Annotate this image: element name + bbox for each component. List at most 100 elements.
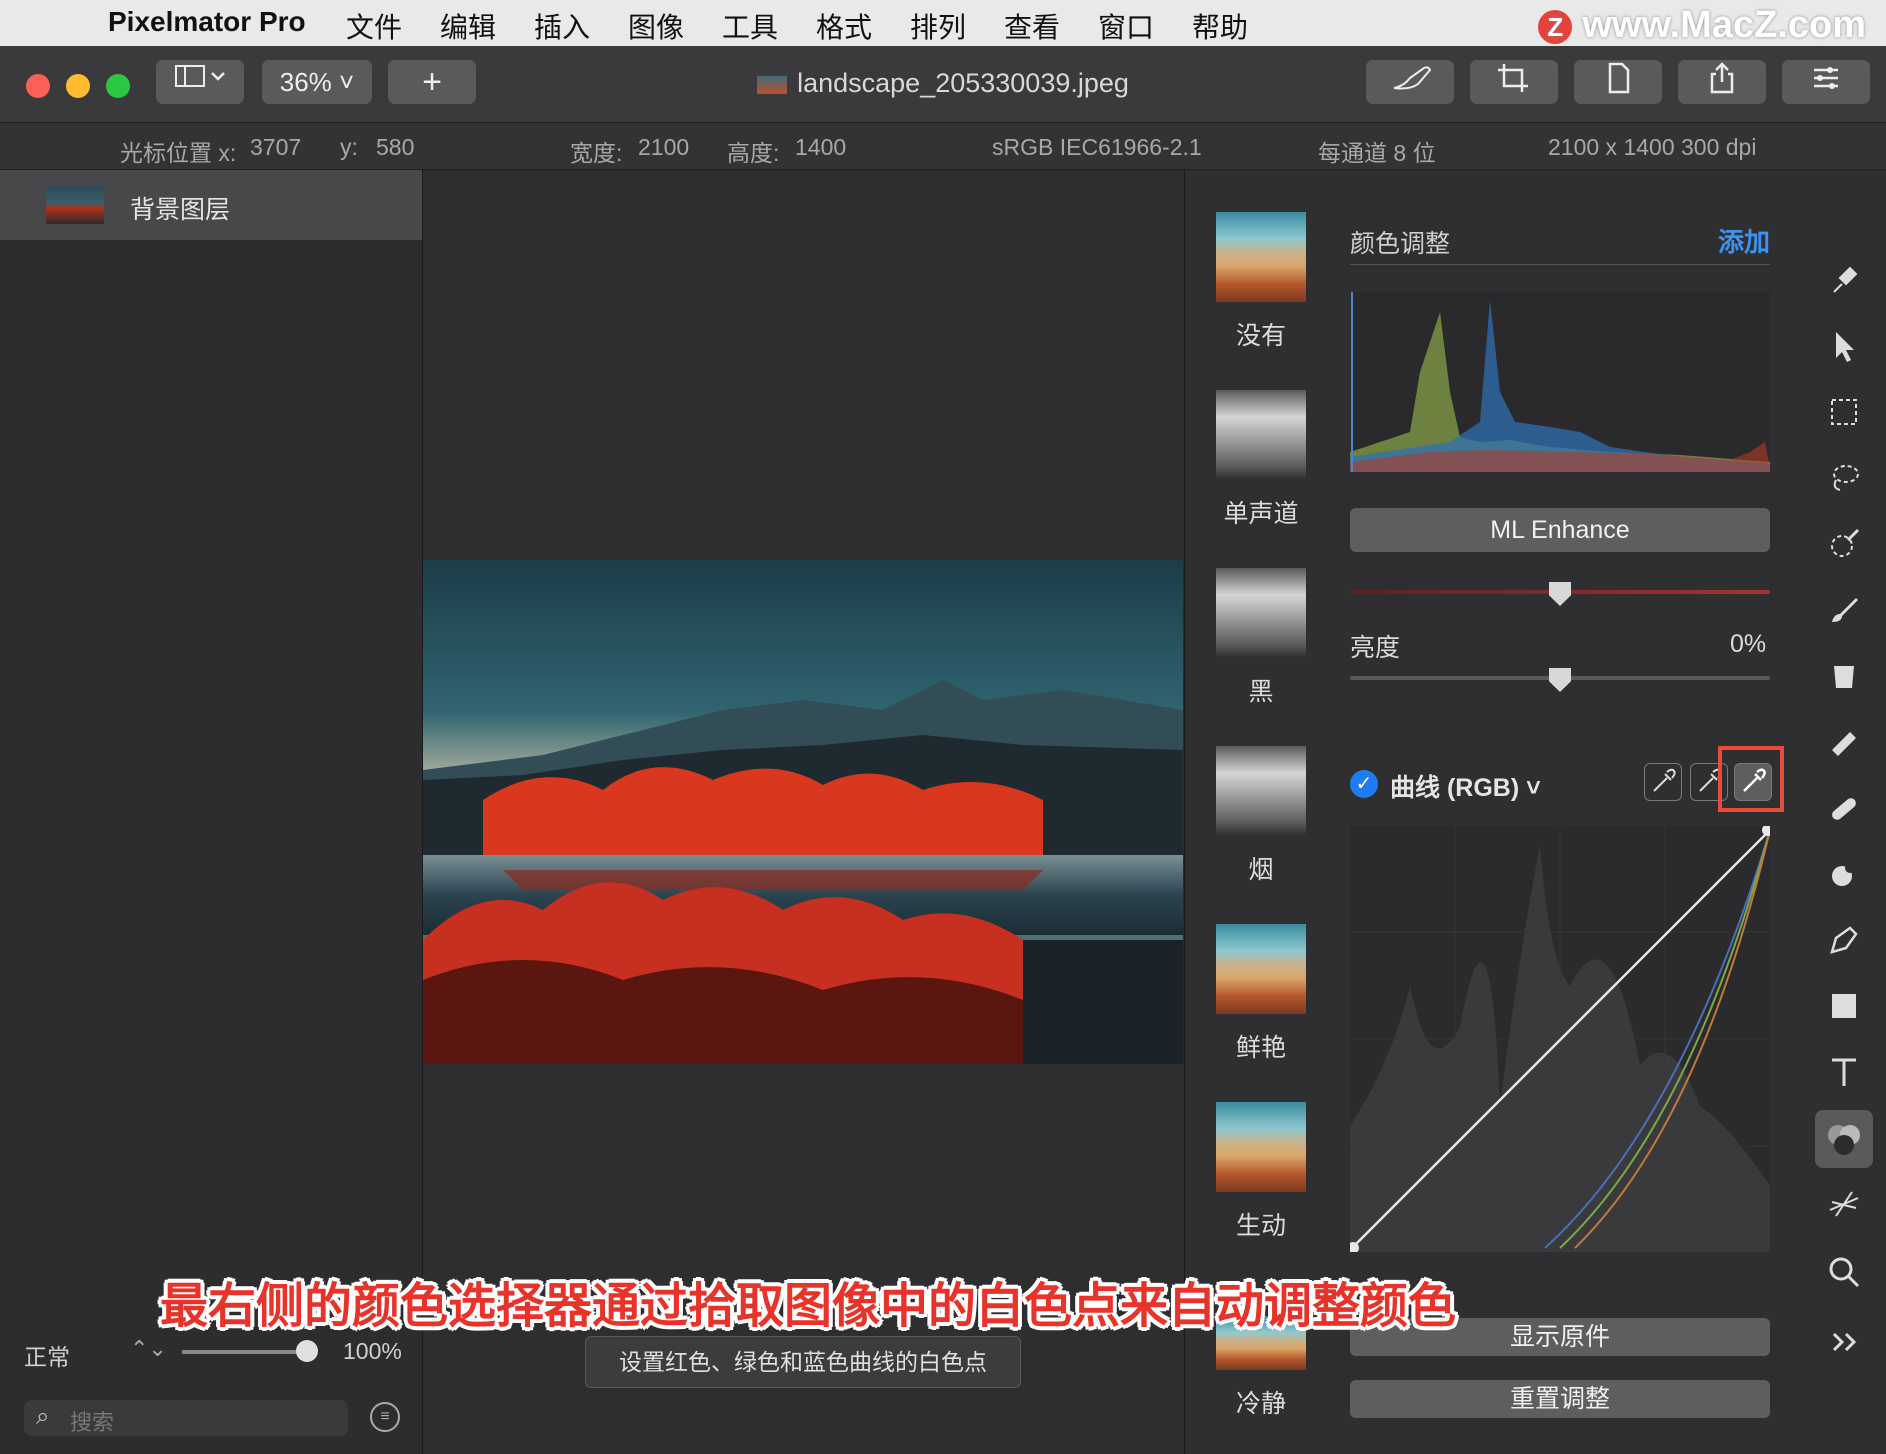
- preset-label: 没有: [1235, 322, 1286, 350]
- menu-bar: Pixelmator Pro 文件 编辑 插入 图像 工具 格式 排列 查看 窗…: [0, 0, 1886, 46]
- curves-channel-dropdown[interactable]: 曲线 (RGB) ˅: [1390, 768, 1541, 804]
- opacity-slider[interactable]: [182, 1350, 312, 1354]
- document-thumbnail: [757, 75, 788, 94]
- zoom-icon[interactable]: [1820, 1248, 1868, 1296]
- paint-style-icon[interactable]: [1820, 256, 1868, 304]
- histogram-graph: [1350, 292, 1770, 472]
- resolution: 2100 x 1400 300 dpi: [1548, 134, 1757, 160]
- document-icon: [1608, 62, 1630, 94]
- chevron-down-icon: ˅: [1519, 774, 1541, 802]
- cursor-y-label: y:: [340, 134, 358, 160]
- opacity-slider-knob[interactable]: [296, 1340, 318, 1362]
- settings-button[interactable]: [1782, 60, 1870, 104]
- height-label: 高度:: [727, 140, 780, 166]
- preset-label: 冷静: [1235, 1390, 1286, 1418]
- watermark: Zwww.MacZ.com: [1538, 4, 1866, 47]
- brush-stroke-icon: [1393, 66, 1432, 90]
- eyedropper-icon: [1653, 768, 1676, 792]
- preset-thumbnail: [1216, 390, 1306, 480]
- layer-row[interactable]: 背景图层: [0, 170, 422, 240]
- layer-name: 背景图层: [130, 196, 231, 224]
- curves-enabled-checkbox[interactable]: ✓: [1350, 770, 1378, 798]
- caption-overlay: 最右侧的颜色选择器通过拾取图像中的白色点来自动调整颜色: [160, 1280, 1457, 1333]
- distort-icon[interactable]: [1820, 850, 1868, 898]
- style-button[interactable]: [1366, 60, 1454, 104]
- section-title: 颜色调整: [1350, 230, 1451, 258]
- preset-thumbnail: [1216, 212, 1306, 302]
- arrange-icon[interactable]: [1820, 322, 1868, 370]
- rect-select-icon[interactable]: [1820, 388, 1868, 436]
- histogram: [1350, 292, 1770, 472]
- menu-edit[interactable]: 编辑: [440, 6, 496, 46]
- preset-label: 黑: [1248, 678, 1274, 706]
- preset-vivid[interactable]: 鲜艳: [1216, 924, 1306, 1064]
- opacity-value: 100%: [343, 1338, 402, 1364]
- highlight-box: [1718, 746, 1784, 812]
- add-adjustment-button[interactable]: 添加: [1718, 222, 1770, 259]
- magic-wand-icon[interactable]: [1820, 520, 1868, 568]
- lasso-icon[interactable]: [1820, 454, 1868, 502]
- width-value: 2100: [638, 134, 690, 160]
- curves-plot: [1347, 824, 1774, 1254]
- filter-icon[interactable]: ≡: [370, 1402, 400, 1432]
- preset-none[interactable]: 没有: [1216, 212, 1306, 352]
- menu-window[interactable]: 窗口: [1098, 6, 1154, 46]
- curves-graph[interactable]: [1347, 824, 1774, 1254]
- brightness-value: 0%: [1730, 630, 1767, 658]
- black-point-eyedropper[interactable]: [1644, 763, 1682, 801]
- menu-format[interactable]: 格式: [816, 6, 872, 46]
- menu-help[interactable]: 帮助: [1192, 6, 1248, 46]
- fill-icon[interactable]: [1820, 652, 1868, 700]
- layers-panel: 背景图层: [0, 170, 423, 1454]
- width-label: 宽度:: [570, 140, 623, 166]
- height-value: 1400: [795, 134, 847, 160]
- preset-smoke[interactable]: 烟: [1216, 746, 1306, 886]
- ml-enhance-button[interactable]: ML Enhance: [1350, 508, 1770, 552]
- menu-view[interactable]: 查看: [1004, 6, 1060, 46]
- reset-adjustments-button[interactable]: 重置调整: [1350, 1380, 1770, 1418]
- preset-label: 单声道: [1223, 500, 1299, 528]
- shape-icon[interactable]: [1820, 982, 1868, 1030]
- menu-arrange[interactable]: 排列: [910, 6, 966, 46]
- curves-label: 曲线 (RGB): [1390, 774, 1520, 802]
- color-profile: sRGB IEC61966-2.1: [992, 134, 1202, 160]
- menu-tools[interactable]: 工具: [722, 6, 778, 46]
- preset-label: 鲜艳: [1235, 1034, 1286, 1062]
- cursor-x-label: 光标位置 x:: [120, 140, 237, 166]
- type-icon[interactable]: [1820, 1048, 1868, 1096]
- crop-button[interactable]: [1470, 60, 1558, 104]
- tooltip: 设置红色、绿色和蓝色曲线的白色点: [585, 1336, 1021, 1388]
- divider: [1350, 264, 1770, 265]
- blend-mode-select[interactable]: 正常: [24, 1338, 70, 1372]
- menu-image[interactable]: 图像: [628, 6, 684, 46]
- color-adjust-icon[interactable]: [1815, 1110, 1873, 1168]
- preset-thumbnail: [1216, 568, 1306, 658]
- paint-icon[interactable]: [1820, 586, 1868, 634]
- preset-thumbnail: [1216, 1102, 1306, 1192]
- menu-file[interactable]: 文件: [346, 6, 402, 46]
- toolbar: 36% ˅ + landscape_205330039.jpeg: [0, 46, 1886, 123]
- preset-label: 生动: [1235, 1212, 1286, 1240]
- effects-icon[interactable]: [1820, 1180, 1868, 1228]
- layer-thumbnail: [46, 186, 104, 224]
- preset-mono[interactable]: 单声道: [1216, 390, 1306, 530]
- canvas-image[interactable]: [423, 560, 1183, 1064]
- preset-lively[interactable]: 生动: [1216, 1102, 1306, 1242]
- preset-black[interactable]: 黑: [1216, 568, 1306, 708]
- document-name: landscape_205330039.jpeg: [797, 68, 1129, 98]
- watermark-logo: Z: [1538, 9, 1573, 44]
- pen-icon[interactable]: [1820, 916, 1868, 964]
- share-button[interactable]: [1678, 60, 1766, 104]
- erase-icon[interactable]: [1820, 718, 1868, 766]
- chevron-updown-icon[interactable]: ⌃⌄: [130, 1336, 167, 1362]
- preset-thumbnail: [1216, 924, 1306, 1014]
- cursor-y-value: 580: [376, 134, 415, 160]
- menu-insert[interactable]: 插入: [534, 6, 590, 46]
- export-button[interactable]: [1574, 60, 1662, 104]
- more-icon[interactable]: [1820, 1318, 1868, 1366]
- watermark-text: www.MacZ.com: [1582, 4, 1866, 46]
- preset-label: 烟: [1248, 856, 1274, 884]
- app-menu[interactable]: Pixelmator Pro: [108, 6, 306, 38]
- preset-thumbnail: [1216, 746, 1306, 836]
- retouch-icon[interactable]: [1820, 784, 1868, 832]
